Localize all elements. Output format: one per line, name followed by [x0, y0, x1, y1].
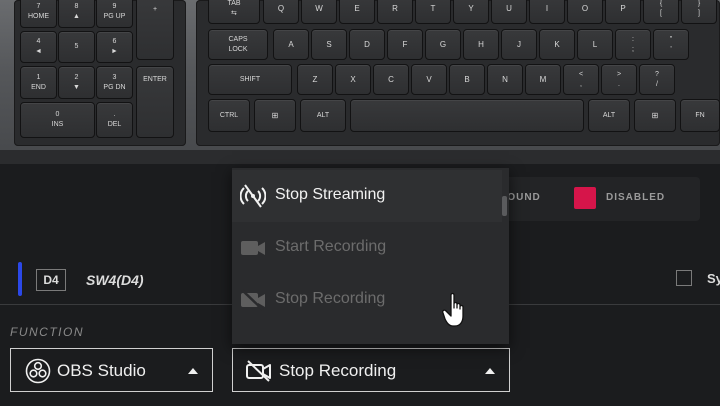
key-a[interactable]: A [273, 29, 309, 60]
key-enter[interactable]: ENTER [136, 66, 174, 138]
action-select-value: Stop Recording [279, 361, 397, 380]
key-right[interactable]: 6 ► [96, 31, 133, 63]
app-select-value: OBS Studio [57, 361, 146, 380]
action-select[interactable]: Stop Recording [232, 348, 510, 392]
key-pgup[interactable]: 9 PG UP [96, 0, 133, 28]
key-q[interactable]: Q [263, 0, 299, 24]
chevron-up-icon [485, 368, 495, 374]
dropdown-item-start-recording[interactable]: Start Recording [232, 222, 502, 274]
key-period[interactable]: > . [601, 64, 637, 95]
keyboard-edge [0, 150, 720, 164]
key-pgdn[interactable]: 3 PG DN [96, 66, 133, 99]
dropdown-item-label: Stop Recording [275, 290, 386, 307]
key-g[interactable]: G [425, 29, 461, 60]
key-left[interactable]: 4 ◄ [20, 31, 57, 63]
key-b[interactable]: B [449, 64, 485, 95]
function-label: FUNCTION [10, 325, 84, 339]
key-s[interactable]: S [311, 29, 347, 60]
key-r[interactable]: R [377, 0, 413, 24]
key-v[interactable]: V [411, 64, 447, 95]
dropdown-item-label: Start Recording [275, 238, 387, 255]
lighting-status-bar: MOUND DISABLED [476, 177, 700, 221]
key-plus[interactable]: + [136, 0, 174, 60]
key-up[interactable]: 8 ▲ [58, 0, 95, 28]
key-left-brace[interactable]: { [ [643, 0, 679, 24]
lighting-status-label: DISABLED [606, 192, 666, 203]
key-d[interactable]: D [349, 29, 385, 60]
key-u[interactable]: U [491, 0, 527, 24]
key-right-brace[interactable]: } ] [681, 0, 717, 24]
key-comma[interactable]: < , [563, 64, 599, 95]
stop-recording-icon [246, 360, 271, 382]
key-del[interactable]: . DEL [96, 102, 133, 138]
key-z[interactable]: Z [297, 64, 333, 95]
key-quote[interactable]: " ' [653, 29, 689, 60]
key-h[interactable]: H [463, 29, 499, 60]
key-ins[interactable]: 0 INS [20, 102, 95, 138]
key-end[interactable]: 1 END [20, 66, 57, 99]
key-space[interactable] [350, 99, 584, 132]
key-f[interactable]: F [387, 29, 423, 60]
key-badge: D4 [36, 269, 66, 291]
key-y[interactable]: Y [453, 0, 489, 24]
obs-logo-icon [25, 358, 51, 384]
key-l[interactable]: L [577, 29, 613, 60]
key-t[interactable]: T [415, 0, 451, 24]
hand-cursor-icon [442, 292, 464, 327]
key-home[interactable]: 7 HOME [20, 0, 57, 28]
key-e[interactable]: E [339, 0, 375, 24]
key-shift[interactable]: SHIFT [208, 64, 292, 95]
key-caps-lock[interactable]: CAPS LOCK [208, 29, 268, 60]
dropdown-scrollbar[interactable] [502, 196, 507, 216]
selection-accent [18, 262, 22, 296]
key-down[interactable]: 2 ▼ [58, 66, 95, 99]
sync-checkbox[interactable] [676, 270, 692, 286]
color-swatch[interactable] [574, 187, 596, 209]
stop-recording-icon [241, 289, 265, 311]
keyboard-visual: 7 HOME 8 ▲ 9 PG UP + 4 ◄ 5 6 ► 1 END 2 ▼… [0, 0, 720, 160]
key-alt-left[interactable]: ALT [300, 99, 346, 132]
key-windows-left[interactable]: ⊞ [254, 99, 296, 132]
key-fn[interactable]: FN [680, 99, 720, 132]
dropdown-item-label: Stop Streaming [275, 186, 386, 203]
key-alt-right[interactable]: ALT [588, 99, 630, 132]
key-n[interactable]: N [487, 64, 523, 95]
key-j[interactable]: J [501, 29, 537, 60]
key-i[interactable]: I [529, 0, 565, 24]
key-slash[interactable]: ? / [639, 64, 675, 95]
key-tab[interactable]: TAB ⇆ [208, 0, 260, 24]
key-windows-right[interactable]: ⊞ [634, 99, 676, 132]
key-name: SW4(D4) [86, 272, 144, 288]
key-c[interactable]: C [373, 64, 409, 95]
stop-streaming-icon [240, 184, 266, 208]
sync-label: Sy [707, 271, 720, 286]
key-o[interactable]: O [567, 0, 603, 24]
dropdown-item-stop-streaming[interactable]: Stop Streaming [232, 170, 502, 222]
start-recording-icon [241, 241, 265, 255]
key-five[interactable]: 5 [58, 31, 95, 63]
key-x[interactable]: X [335, 64, 371, 95]
key-w[interactable]: W [301, 0, 337, 24]
key-p[interactable]: P [605, 0, 641, 24]
key-k[interactable]: K [539, 29, 575, 60]
key-m[interactable]: M [525, 64, 561, 95]
chevron-up-icon [188, 368, 198, 374]
app-select[interactable]: OBS Studio [10, 348, 213, 392]
key-semicolon[interactable]: : ; [615, 29, 651, 60]
key-ctrl[interactable]: CTRL [208, 99, 250, 132]
